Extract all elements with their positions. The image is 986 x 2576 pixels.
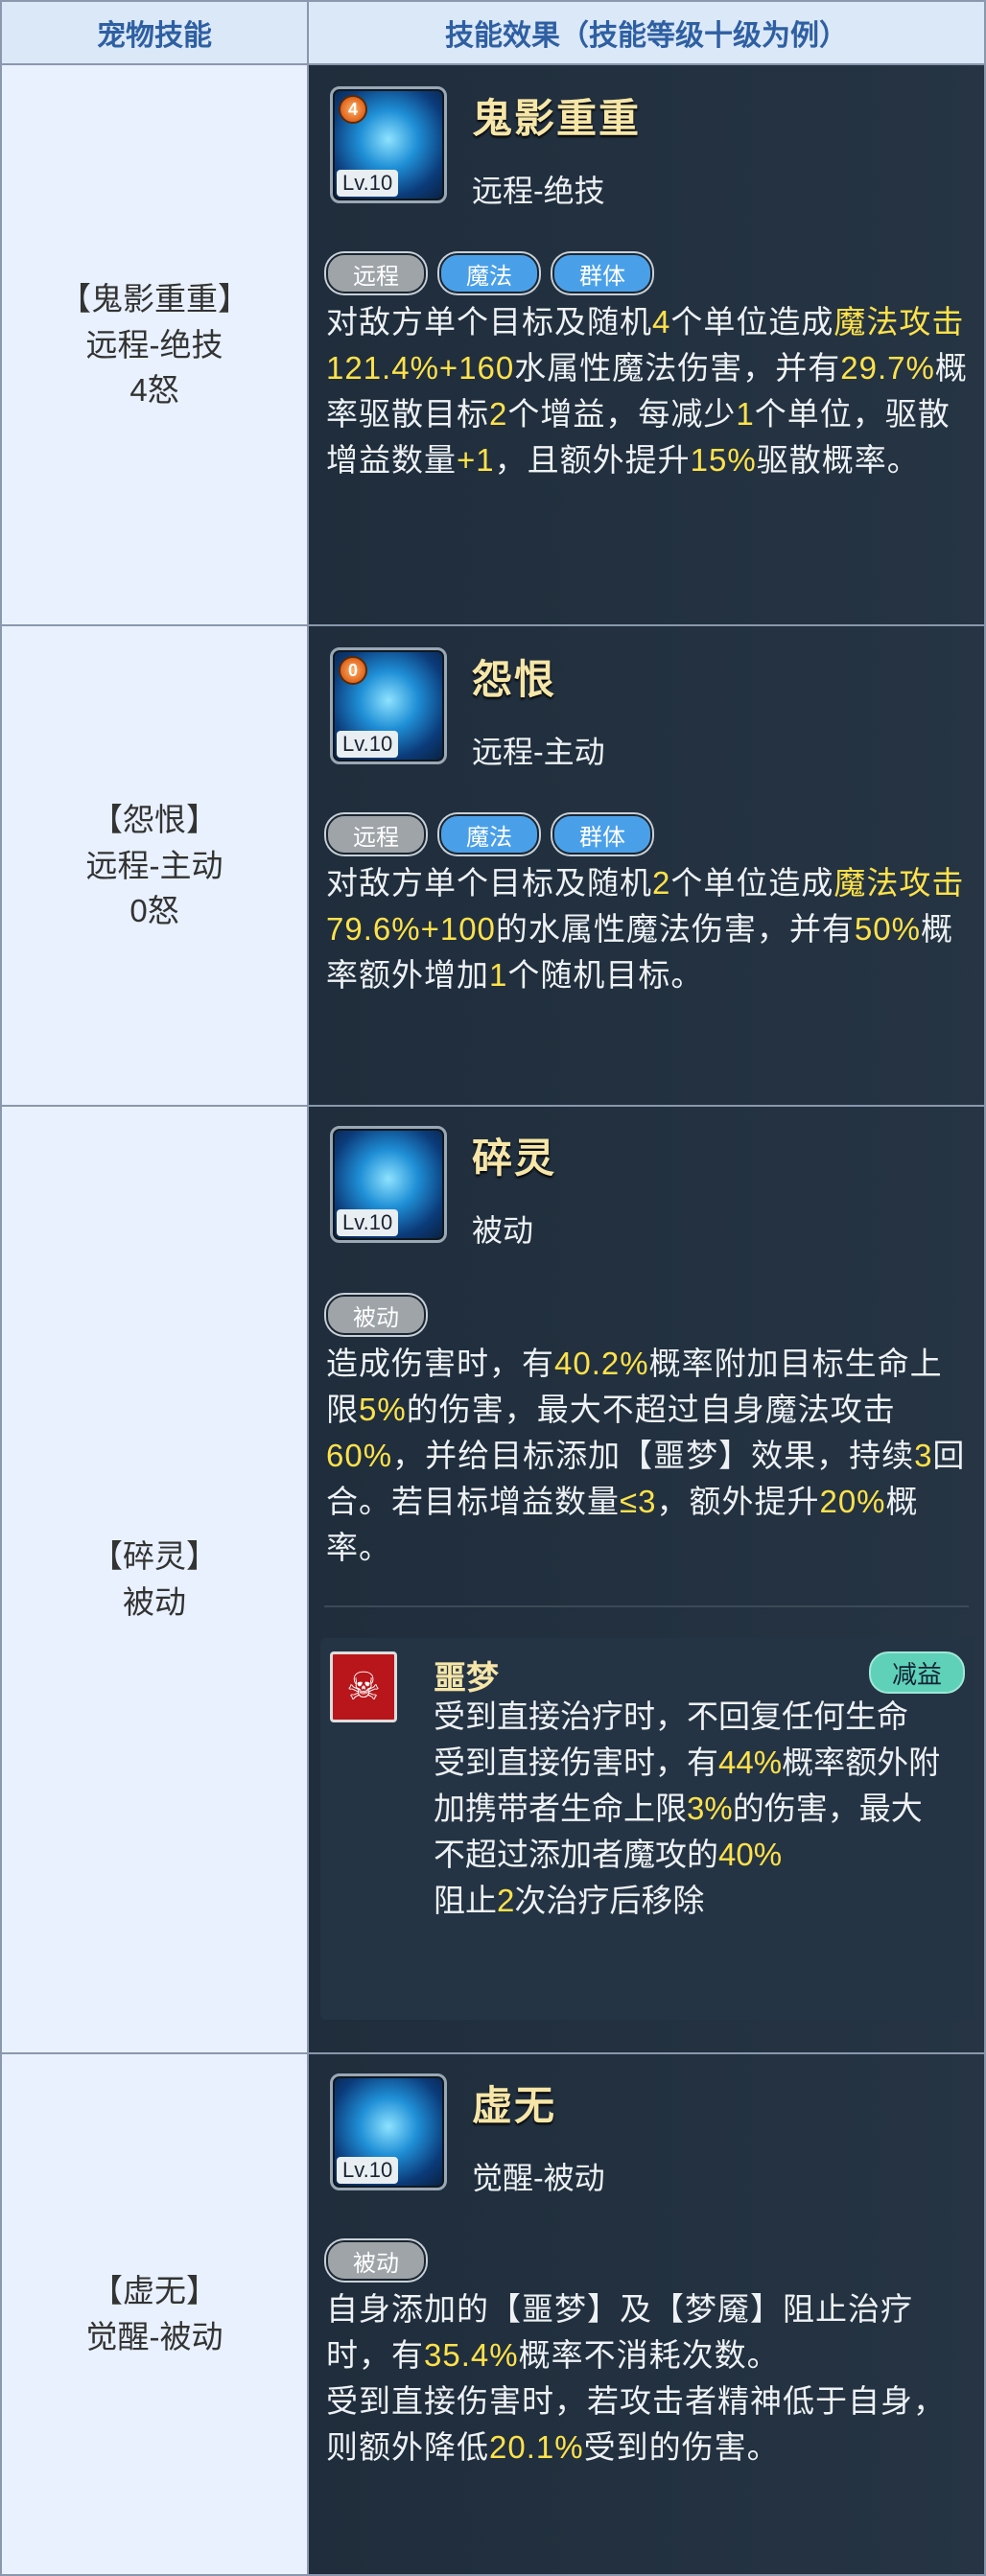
- skill-title: 虚无: [472, 2083, 557, 2128]
- resentment-skill-icon: 0 Lv.10: [330, 647, 447, 764]
- effect-description: 受到直接治疗时，不回复任何生命 受到直接伤害时，有44%概率额外附加携带者生命上…: [434, 1694, 951, 1924]
- rage-badge: 4: [339, 95, 367, 124]
- header-skill-effect: 技能效果（技能等级十级为例）: [307, 0, 986, 65]
- row2-skill-name: 【怨恨】: [91, 801, 218, 837]
- row2-right: 0 Lv.10 怨恨 远程-主动 远程 魔法 群体 对敌方单个目标及随机2个单位…: [309, 626, 986, 1107]
- level-label: Lv.10: [337, 1209, 399, 1236]
- level-label: Lv.10: [337, 170, 399, 197]
- soul-break-skill-icon: Lv.10: [330, 1126, 447, 1243]
- nightmare-effect-panel: ☠ 噩梦 减益 受到直接治疗时，不回复任何生命 受到直接伤害时，有44%概率额外…: [320, 1638, 974, 2020]
- skill-description: 造成伤害时，有40.2%概率附加目标生命上限5%的伤害，最大不超过自身魔法攻击6…: [326, 1346, 966, 1565]
- row3-left: 【碎灵】 被动: [0, 1107, 309, 2054]
- skill-subtype: 觉醒-被动: [472, 2161, 605, 2195]
- skill-title: 鬼影重重: [472, 96, 642, 141]
- skill-tags: 远程 魔法 群体: [326, 253, 652, 293]
- row2-skill-rage: 0怒: [129, 893, 179, 929]
- skill-description: 对敌方单个目标及随机2个单位造成魔法攻击79.6%+100的水属性魔法伤害，并有…: [326, 865, 965, 993]
- tag-ranged: 远程: [326, 253, 426, 293]
- tag-passive: 被动: [326, 2240, 426, 2281]
- effect-title: 噩梦: [434, 1660, 499, 1697]
- skill-subtype: 远程-主动: [472, 735, 605, 769]
- divider: [324, 1605, 969, 1607]
- tag-aoe: 群体: [552, 253, 652, 293]
- row3-skill-name: 【碎灵】: [91, 1538, 218, 1575]
- row1-right: 4 Lv.10 鬼影重重 远程-绝技 远程 魔法 群体 对敌方单个目标及随机4个…: [309, 65, 986, 626]
- skill-subtype: 远程-绝技: [472, 174, 605, 208]
- nightmare-effect-icon: ☠: [330, 1651, 397, 1722]
- effect-line-1: 受到直接治疗时，不回复任何生命: [434, 1698, 908, 1734]
- row3-right: Lv.10 碎灵 被动 被动 造成伤害时，有40.2%概率附加目标生命上限5%的…: [309, 1107, 986, 2054]
- skill-description: 对敌方单个目标及随机4个单位造成魔法攻击121.4%+160水属性魔法伤害，并有…: [326, 304, 968, 478]
- effect-line-2: 受到直接伤害时，有44%概率额外附加携带者生命上限3%的伤害，最大不超过添加者魔…: [434, 1745, 941, 1872]
- debuff-badge: 减益: [868, 1651, 965, 1694]
- ghost-skill-icon: 4 Lv.10: [330, 86, 447, 203]
- row1-skill-name: 【鬼影重重】: [59, 280, 249, 316]
- row1-skill-rage: 4怒: [129, 372, 179, 409]
- row4-right: Lv.10 虚无 觉醒-被动 被动 自身添加的【噩梦】及【梦魇】阻止治疗时，有3…: [309, 2054, 986, 2576]
- header-pet-skill: 宠物技能: [0, 0, 309, 65]
- tag-magic: 魔法: [439, 814, 539, 855]
- skill-table: 宠物技能 技能效果（技能等级十级为例） 【鬼影重重】 远程-绝技 4怒 4 Lv…: [0, 0, 986, 2576]
- skill-tags: 被动: [326, 1295, 426, 1335]
- tag-aoe: 群体: [552, 814, 652, 855]
- void-skill-icon: Lv.10: [330, 2073, 447, 2190]
- rage-badge: 0: [339, 656, 367, 685]
- skill-description: 自身添加的【噩梦】及【梦魇】阻止治疗时，有35.4%概率不消耗次数。 受到直接伤害…: [326, 2291, 946, 2465]
- row4-skill-name: 【虚无】: [91, 2273, 218, 2309]
- tag-ranged: 远程: [326, 814, 426, 855]
- skill-tags: 被动: [326, 2240, 426, 2281]
- row1-left: 【鬼影重重】 远程-绝技 4怒: [0, 65, 309, 626]
- skill-tags: 远程 魔法 群体: [326, 814, 652, 855]
- row4-left: 【虚无】 觉醒-被动: [0, 2054, 309, 2576]
- skill-subtype: 被动: [472, 1213, 534, 1248]
- row2-left: 【怨恨】 远程-主动 0怒: [0, 626, 309, 1107]
- row3-skill-type: 被动: [123, 1584, 186, 1620]
- row1-skill-type: 远程-绝技: [85, 326, 223, 363]
- skill-title: 怨恨: [472, 657, 557, 702]
- row2-skill-type: 远程-主动: [85, 847, 223, 883]
- row4-skill-type: 觉醒-被动: [85, 2319, 223, 2354]
- level-label: Lv.10: [337, 731, 399, 758]
- tag-magic: 魔法: [439, 253, 539, 293]
- skill-title: 碎灵: [472, 1136, 557, 1181]
- tag-passive: 被动: [326, 1295, 426, 1335]
- effect-line-3: 阻止2次治疗后移除: [434, 1883, 705, 1918]
- level-label: Lv.10: [337, 2157, 399, 2184]
